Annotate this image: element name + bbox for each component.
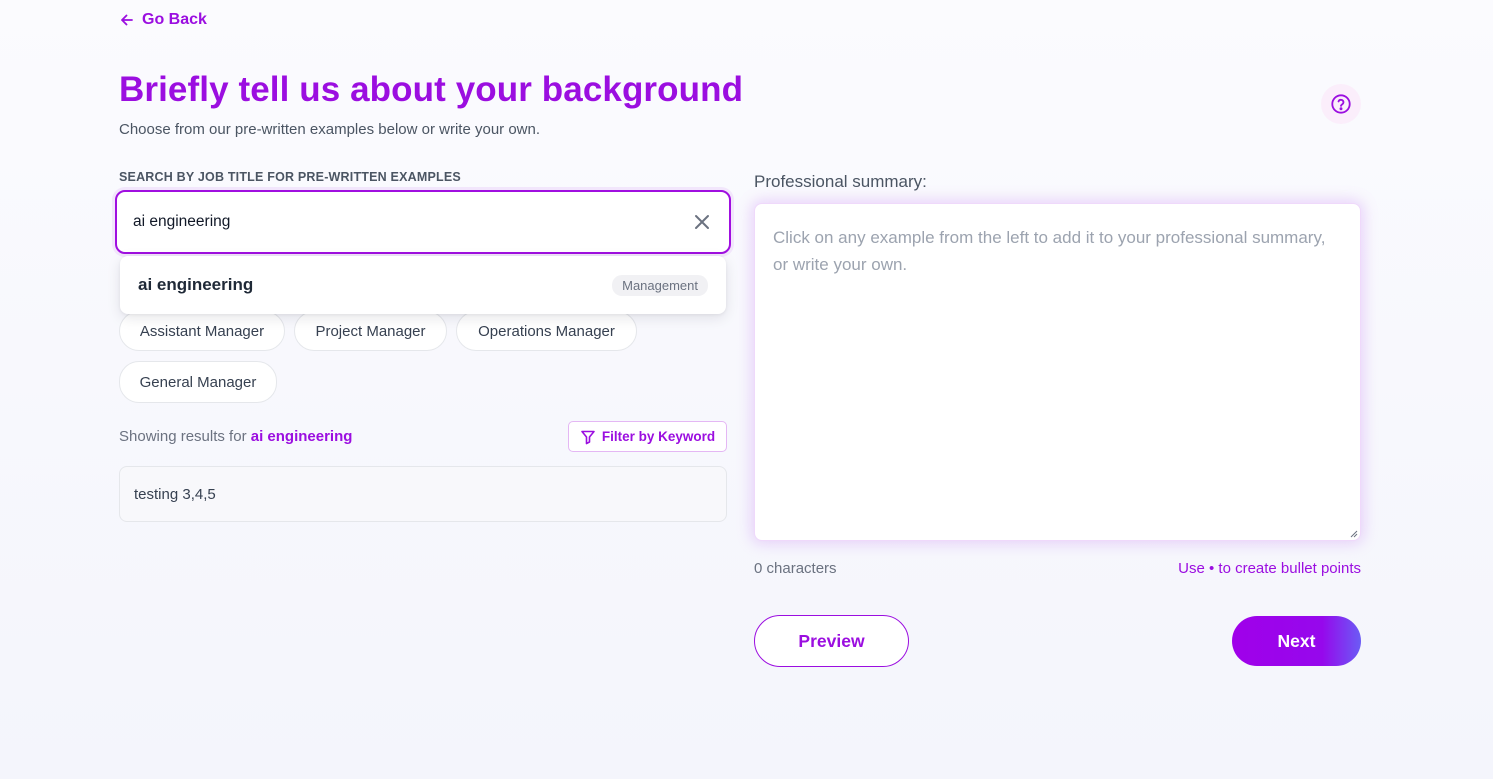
filter-by-keyword-button[interactable]: Filter by Keyword [568,421,727,452]
job-title-search-input[interactable] [133,192,673,252]
bullet-hint: Use • to create bullet points [1178,560,1361,577]
filter-label: Filter by Keyword [601,429,716,444]
resize-handle-icon[interactable] [1348,528,1358,538]
suggestion-title: ai engineering [138,275,254,294]
example-item[interactable]: testing 3,4,5 [119,466,727,522]
page-subtitle: Choose from our pre-written examples bel… [119,121,541,138]
search-box [115,190,731,254]
results-prefix: Showing results for [119,428,251,445]
page-title: Briefly tell us about your background [119,70,744,109]
page: Go Back Briefly tell us about your backg… [0,0,1493,779]
go-back-link[interactable]: Go Back [119,11,207,29]
results-query: ai engineering [250,428,353,445]
go-back-label: Go Back [142,11,207,28]
summary-box [754,203,1361,541]
chip-operations-manager[interactable]: Operations Manager [456,311,637,351]
arrow-left-icon [121,14,133,26]
help-circle-icon [1331,94,1351,114]
chip-project-manager[interactable]: Project Manager [294,311,447,351]
preview-button[interactable]: Preview [754,615,909,667]
search-suggestion[interactable]: ai engineering Management [120,256,726,314]
summary-label: Professional summary: [754,172,927,191]
results-caption: Showing results for ai engineering [119,428,352,445]
next-button[interactable]: Next [1232,616,1361,666]
search-label: SEARCH BY JOB TITLE FOR PRE-WRITTEN EXAM… [119,170,461,184]
chip-assistant-manager[interactable]: Assistant Manager [119,311,285,351]
character-count: 0 characters [754,560,837,577]
chip-general-manager[interactable]: General Manager [119,361,277,403]
professional-summary-textarea[interactable] [755,204,1360,540]
help-button[interactable] [1321,84,1361,124]
filter-icon [581,430,595,444]
suggestion-category-badge: Management [612,274,708,296]
close-icon[interactable] [691,211,713,233]
